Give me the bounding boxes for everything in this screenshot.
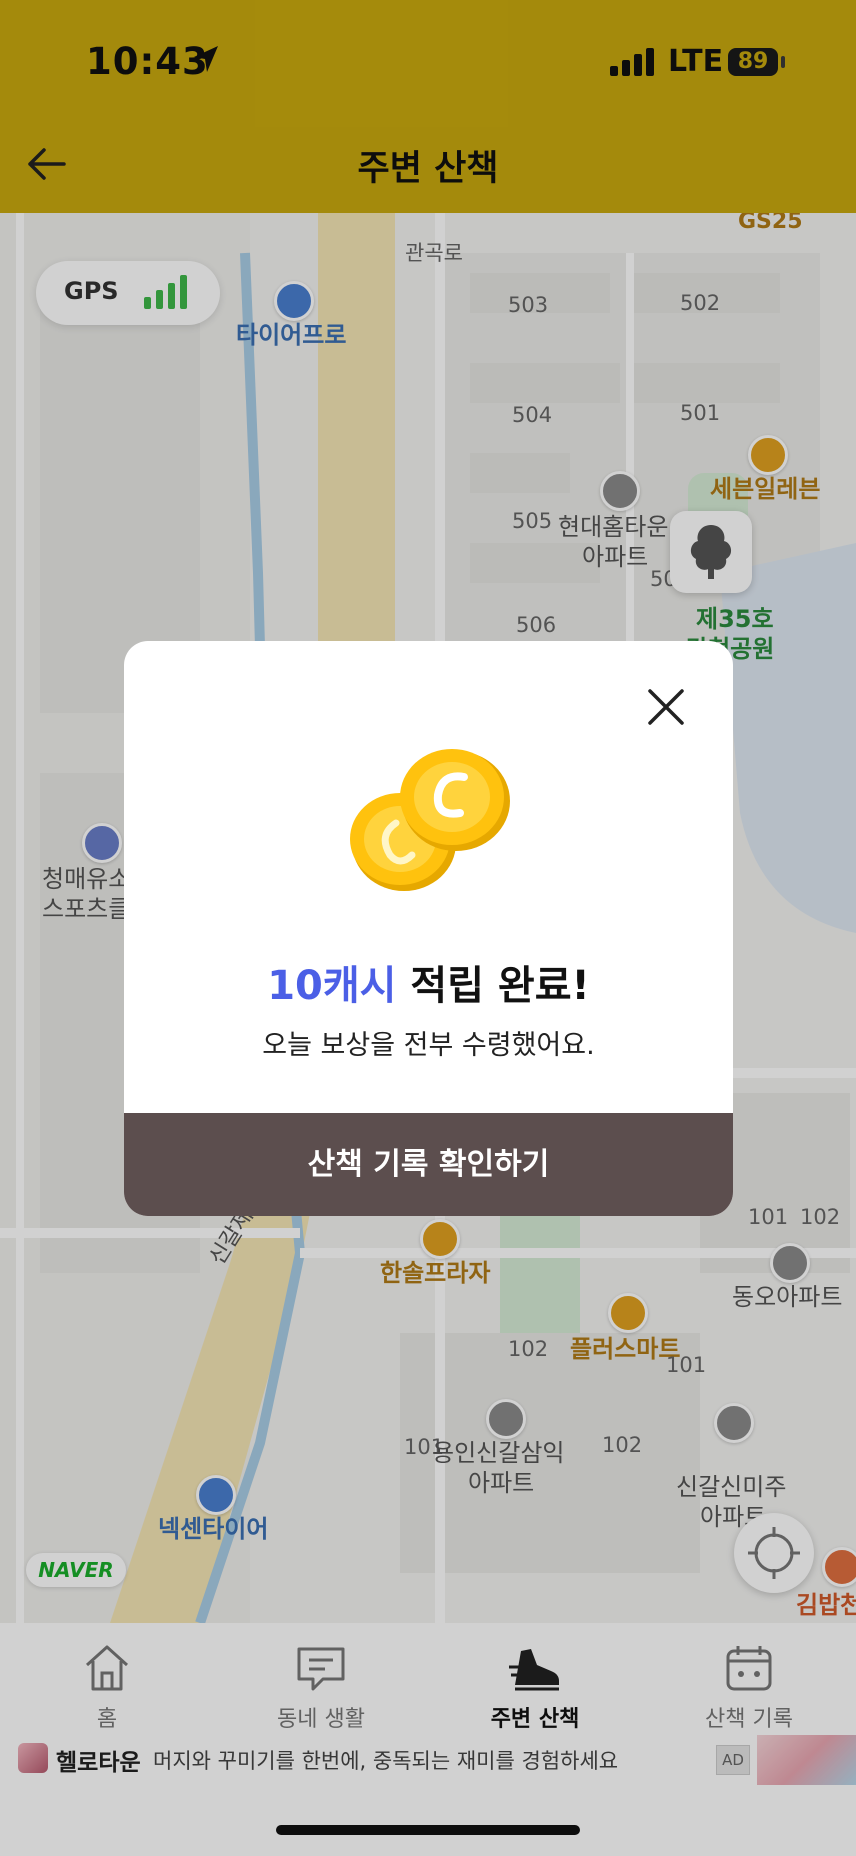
close-icon[interactable] bbox=[646, 687, 686, 727]
modal-title: 10캐시 적립 완료! bbox=[124, 953, 733, 1011]
modal-subtitle: 오늘 보상을 전부 수령했어요. bbox=[262, 1030, 595, 1061]
view-walk-records-button[interactable]: 산책 기록 확인하기 bbox=[124, 1113, 733, 1216]
coins-icon bbox=[350, 749, 510, 891]
reward-amount: 10캐시 bbox=[267, 963, 397, 1009]
reward-modal: 10캐시 적립 완료! 오늘 보상을 전부 수령했어요. 산책 기록 확인하기 bbox=[124, 641, 733, 1216]
modal-title-text: 적립 완료! bbox=[396, 963, 590, 1009]
